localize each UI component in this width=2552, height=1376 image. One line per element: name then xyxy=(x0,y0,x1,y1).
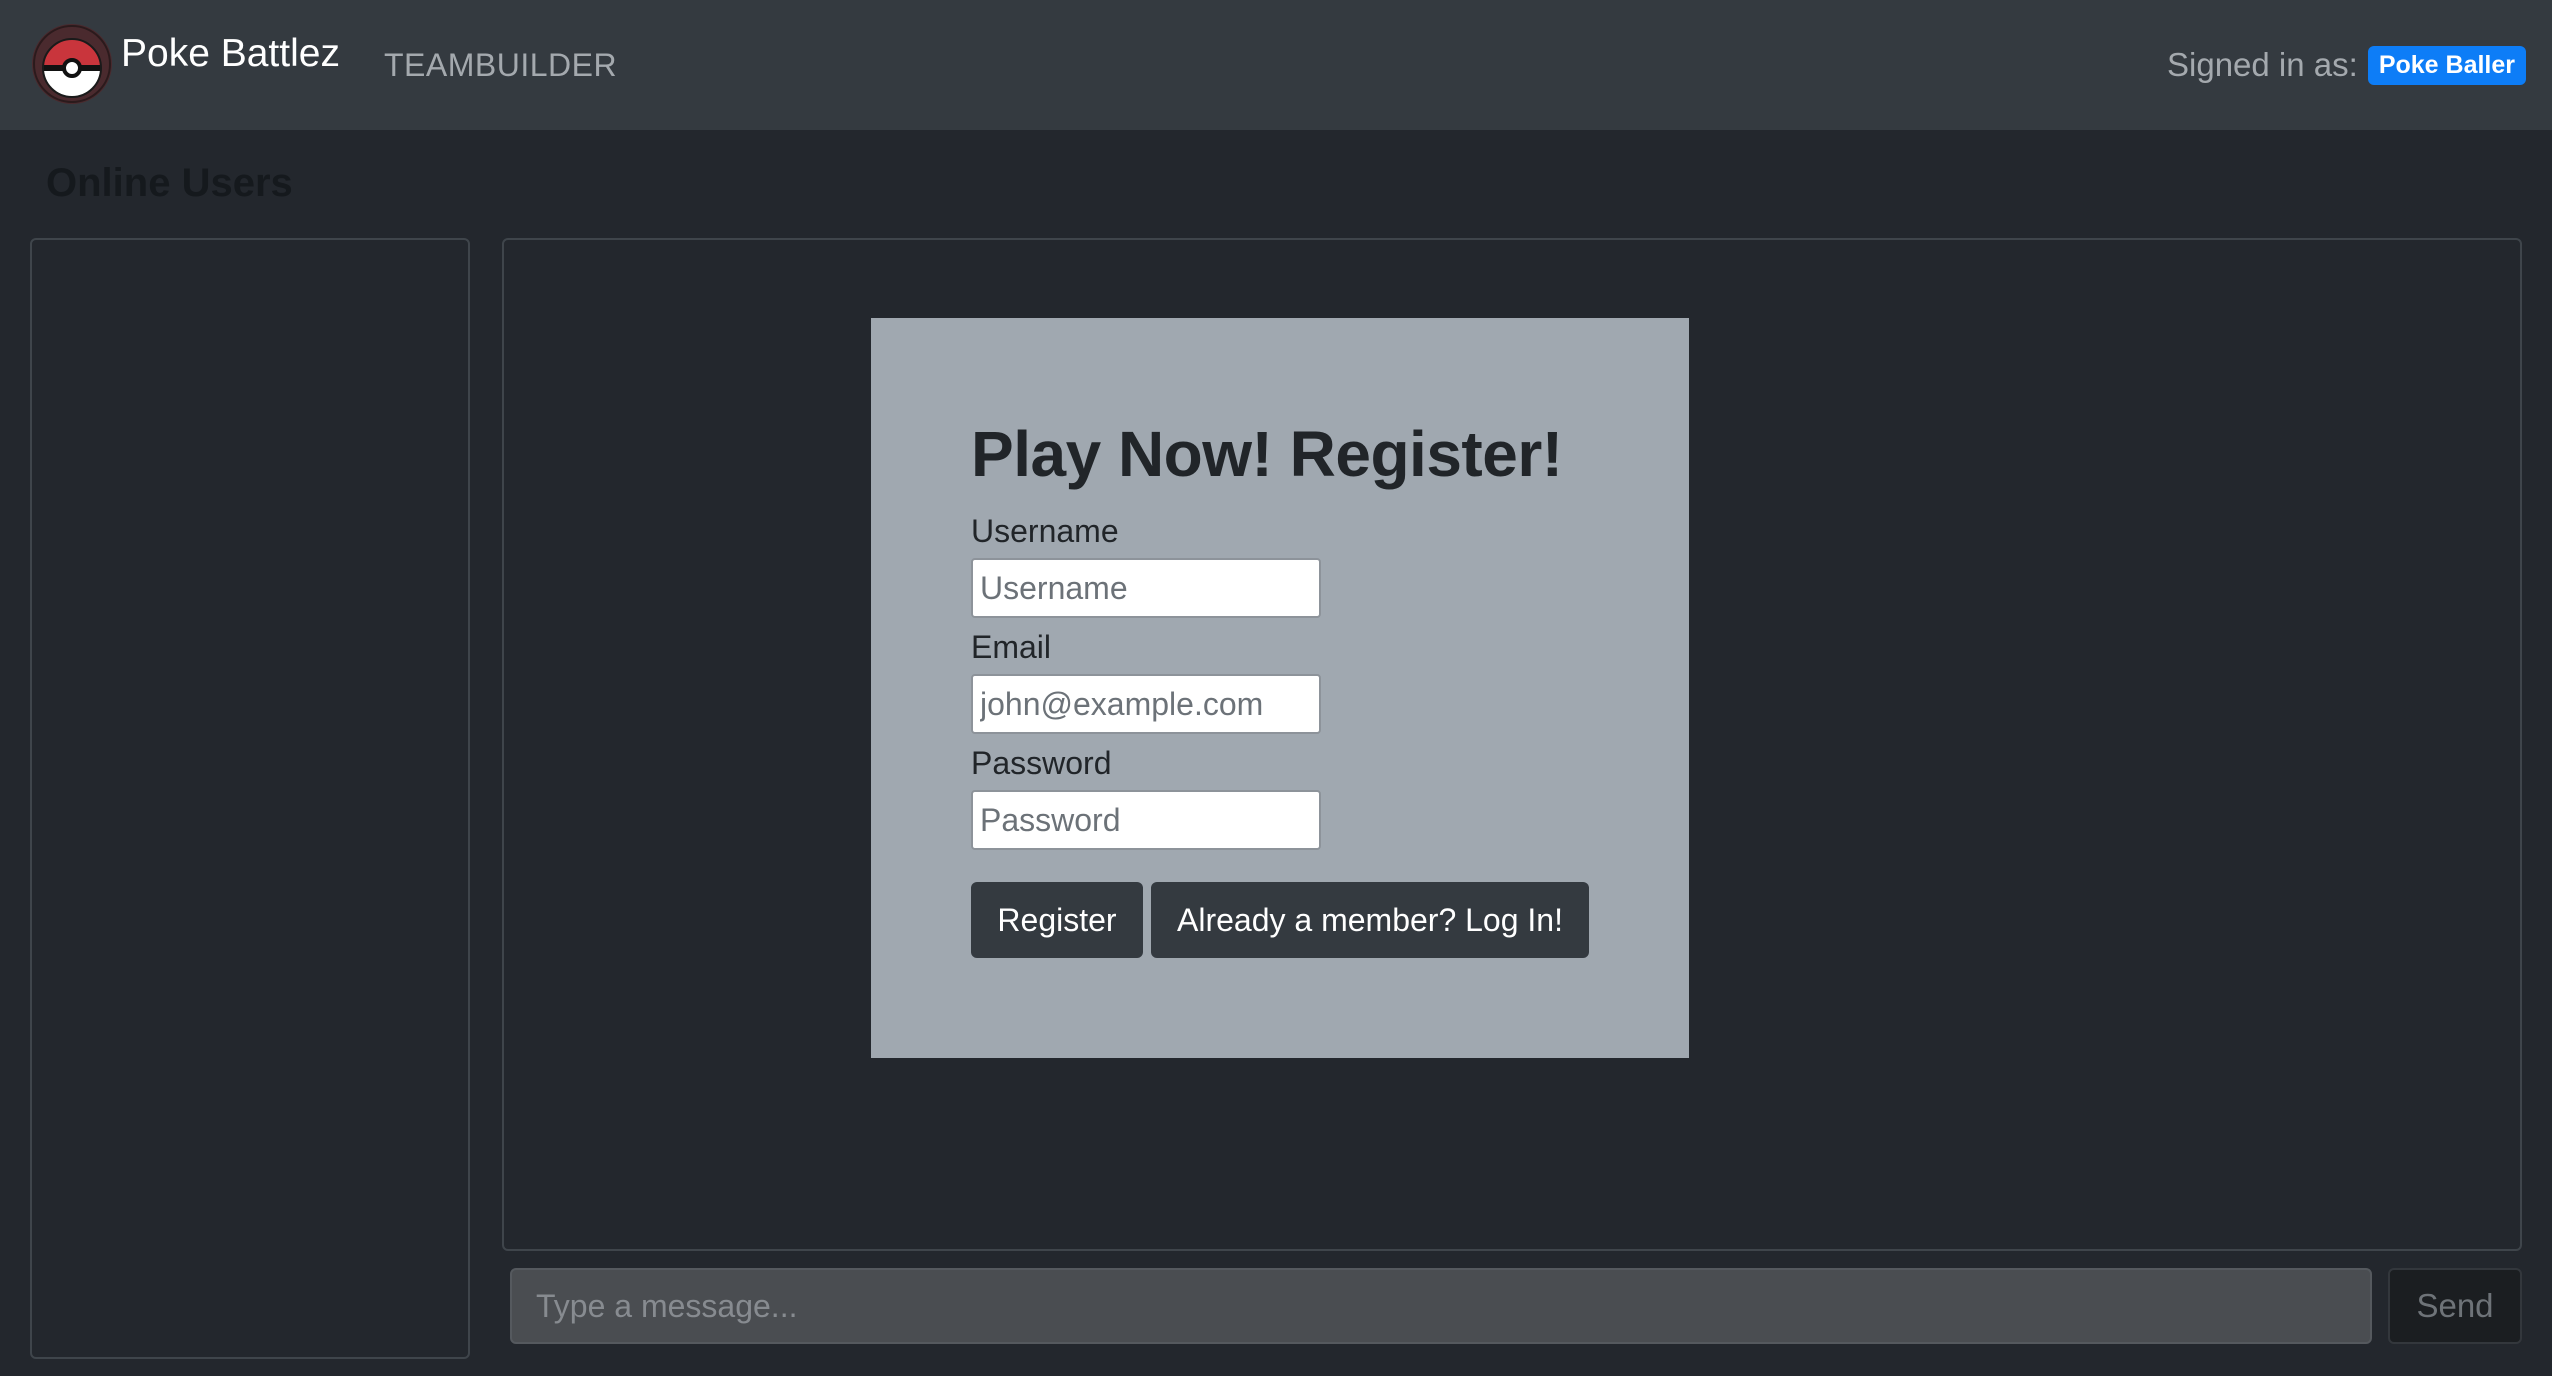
register-title: Play Now! Register! xyxy=(971,418,1563,490)
signed-in-label: Signed in as: xyxy=(2167,46,2358,83)
register-card: Play Now! Register! Username Email Passw… xyxy=(871,318,1689,1058)
pokeball-icon[interactable] xyxy=(32,24,112,104)
email-label: Email xyxy=(971,629,1052,665)
email-input[interactable] xyxy=(971,674,1321,734)
username-label: Username xyxy=(971,513,1119,549)
message-input[interactable] xyxy=(510,1268,2372,1344)
register-button[interactable]: Register xyxy=(971,882,1143,958)
send-button[interactable]: Send xyxy=(2388,1268,2522,1344)
signed-in-status: Signed in as: Poke Baller xyxy=(2167,40,2526,90)
navbar: Poke Battlez TEAMBUILDER Signed in as: P… xyxy=(0,0,2552,130)
online-users-list xyxy=(30,238,470,1359)
password-input[interactable] xyxy=(971,790,1321,850)
login-button[interactable]: Already a member? Log In! xyxy=(1151,882,1589,958)
password-label: Password xyxy=(971,745,1112,781)
brand-name[interactable]: Poke Battlez xyxy=(121,28,340,80)
user-badge[interactable]: Poke Baller xyxy=(2367,45,2526,85)
online-users-title: Online Users xyxy=(46,161,293,205)
nav-link-teambuilder[interactable]: TEAMBUILDER xyxy=(384,40,617,90)
username-input[interactable] xyxy=(971,558,1321,618)
